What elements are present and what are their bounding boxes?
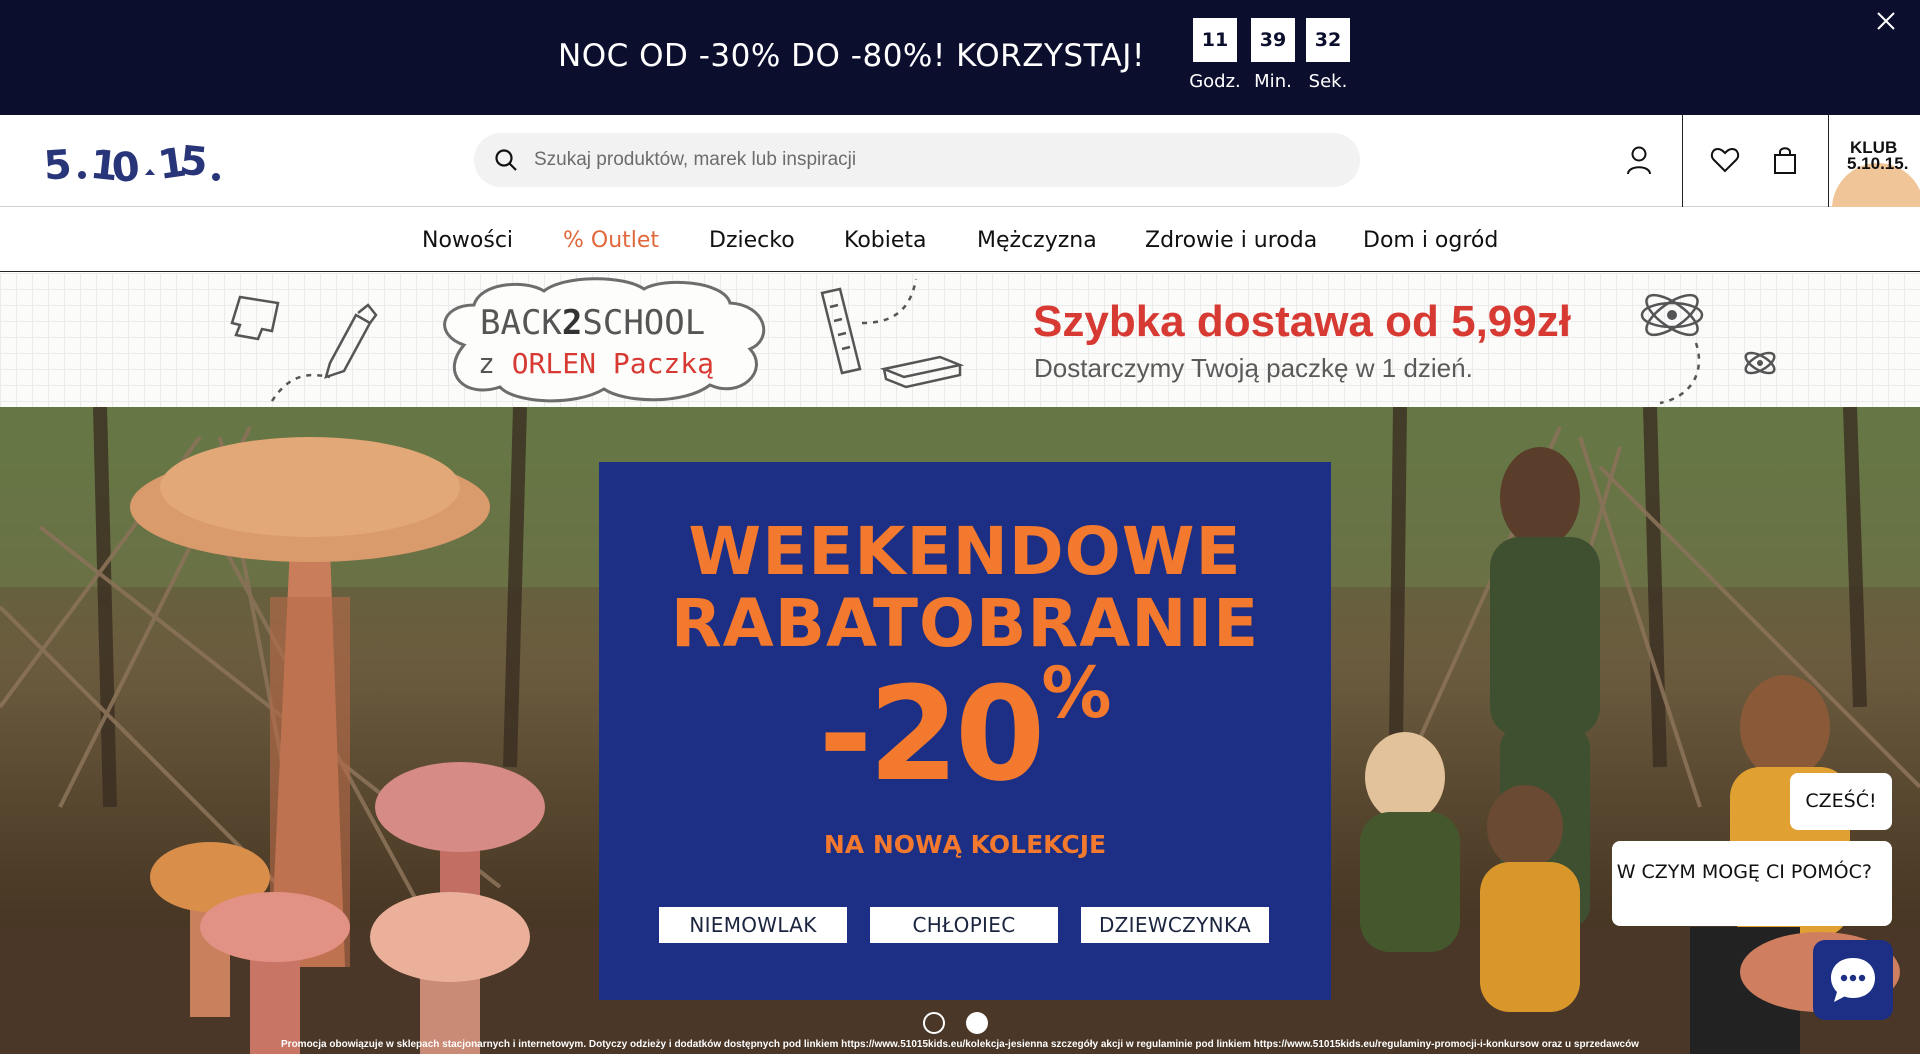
promo-text[interactable]: NOC OD -30% DO -80%! KORZYSTAJ! (558, 38, 1145, 74)
promo-disclaimer: Promocja obowiązuje w sklepach stacjonar… (281, 1039, 1639, 1050)
carousel-dot-1[interactable] (923, 1012, 945, 1034)
club-label: KLUB 5.10.15. (1847, 139, 1909, 173)
search-input[interactable] (534, 133, 1334, 187)
nav-item-outlet[interactable]: % Outlet (563, 228, 659, 253)
back2school-z: z (478, 347, 495, 380)
chat-question-bubble[interactable]: W CZYM MOGĘ CI POMÓC? (1612, 841, 1892, 926)
timer-hours-value: 11 (1193, 18, 1237, 62)
back2school-line2: z ORLEN Paczką (478, 347, 714, 380)
hero-title-line1: WEEKENDOWE (688, 513, 1242, 590)
delivery-title: Szybka dostawa od 5,99zł (1033, 297, 1571, 346)
hero-carousel: WEEKENDOWE RABATOBRANIE -20% NA NOWĄ KOL… (0, 407, 1920, 1054)
club-link[interactable]: KLUB 5.10.15. (1829, 115, 1920, 207)
svg-text:5: 5 (44, 142, 73, 189)
timer-hours-label: Godz. (1189, 71, 1241, 92)
back2school-school: SCHOOL (582, 303, 706, 343)
back2school-line1: BACK2SCHOOL (480, 303, 705, 343)
back2school-orlen: ORLEN Paczką (511, 347, 715, 380)
nav-item-zdrowie-i-uroda[interactable]: Zdrowie i uroda (1145, 228, 1317, 253)
chlopiec-button[interactable]: CHŁOPIEC (870, 907, 1058, 943)
hero-promo-box[interactable]: WEEKENDOWE RABATOBRANIE -20% NA NOWĄ KOL… (599, 462, 1331, 1000)
back2school-two: 2 (561, 303, 583, 343)
doodle-decorations (230, 278, 1776, 405)
main-nav: Nowości % Outlet Dziecko Kobieta Mężczyz… (0, 208, 1920, 272)
svg-text:0: 0 (110, 143, 142, 189)
chat-icon (1831, 958, 1875, 1002)
back2school-back: BACK (480, 303, 562, 343)
header-divider (1682, 115, 1683, 207)
dziewczynka-button[interactable]: DZIEWCZYNKA (1081, 907, 1269, 943)
close-icon[interactable] (1874, 10, 1898, 34)
delivery-banner[interactable]: BACK2SCHOOL z ORLEN Paczką Szybka dostaw… (0, 273, 1920, 407)
timer-seconds-label: Sek. (1308, 71, 1348, 92)
chat-greeting-bubble[interactable]: CZEŚĆ! (1790, 773, 1892, 830)
timer-hours: 11 Godz. (1189, 18, 1241, 92)
hero-subtitle: NA NOWĄ KOLEKCJE (823, 830, 1107, 859)
timer-seconds: 32 Sek. (1306, 18, 1350, 92)
timer-minutes-value: 39 (1251, 18, 1295, 62)
site-header: 5 1 0 1 5 KLUB 5.10.15. (0, 115, 1920, 207)
timer-minutes: 39 Min. (1251, 18, 1295, 92)
svg-text:5: 5 (177, 139, 209, 186)
promo-bar: NOC OD -30% DO -80%! KORZYSTAJ! 11 Godz.… (0, 0, 1920, 115)
nav-item-dom-i-ogrod[interactable]: Dom i ogród (1363, 228, 1498, 253)
niemowlak-button[interactable]: NIEMOWLAK (659, 907, 847, 943)
nav-item-dziecko[interactable]: Dziecko (709, 228, 795, 253)
shopping-bag-icon[interactable] (1770, 145, 1800, 175)
user-icon[interactable] (1624, 145, 1654, 175)
carousel-dot-2[interactable] (966, 1012, 988, 1034)
hero-title-line2: RABATOBRANIE (670, 585, 1260, 662)
hero-discount-percent: % (1041, 652, 1112, 734)
nav-item-mezczyzna[interactable]: Mężczyzna (977, 228, 1097, 253)
brand-logo[interactable]: 5 1 0 1 5 (42, 138, 229, 194)
heart-icon[interactable] (1710, 145, 1740, 175)
search-icon[interactable] (494, 148, 518, 172)
club-label-line2: 5.10.15. (1847, 154, 1909, 173)
back2school-logo: BACK2SCHOOL z ORLEN Paczką (434, 275, 774, 407)
search-bar (474, 133, 1360, 187)
nav-item-kobieta[interactable]: Kobieta (844, 228, 927, 253)
chat-button[interactable] (1813, 940, 1893, 1020)
nav-item-nowosci[interactable]: Nowości (422, 228, 513, 253)
hero-discount-value: -20 (818, 658, 1045, 810)
delivery-subtitle: Dostarczymy Twoją paczkę w 1 dzień. (1034, 353, 1473, 383)
hero-discount: -20% (599, 652, 1331, 810)
timer-seconds-value: 32 (1306, 18, 1350, 62)
